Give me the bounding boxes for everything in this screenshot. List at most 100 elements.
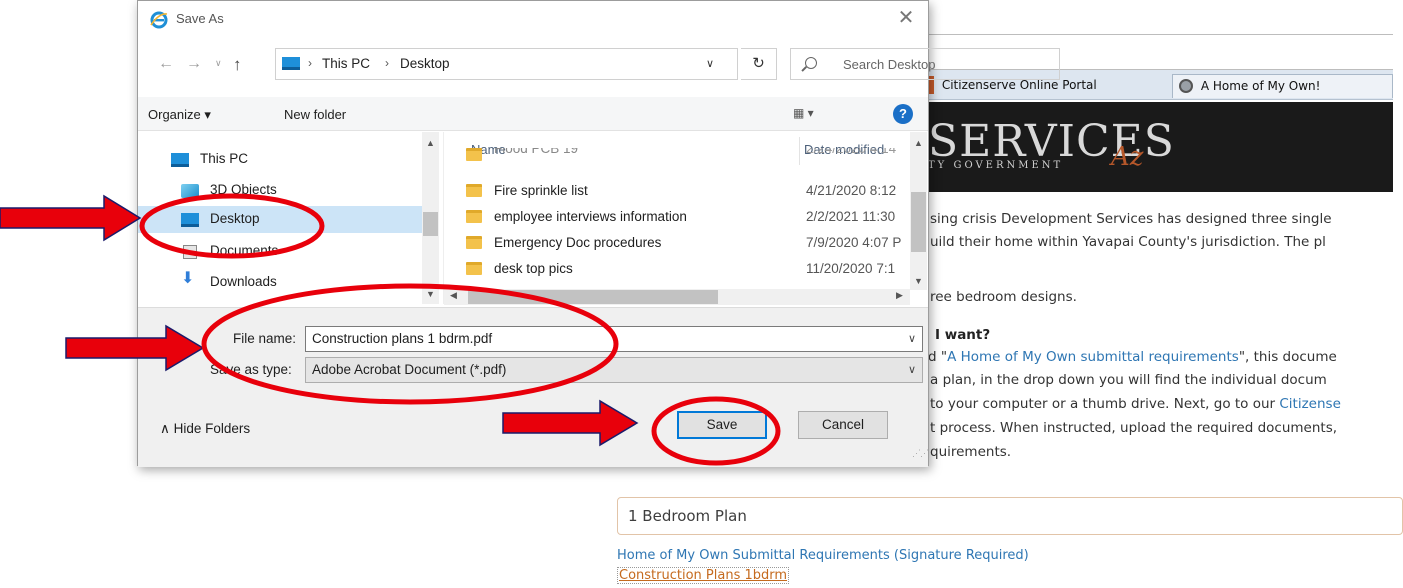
- file-name: Emergency Doc procedures: [494, 235, 662, 250]
- scroll-thumb[interactable]: [423, 212, 438, 236]
- close-button[interactable]: ✕: [892, 7, 920, 31]
- save-as-type-select[interactable]: Adobe Acrobat Document (*.pdf) ∨: [305, 357, 923, 383]
- bedroom-plan-title: 1 Bedroom Plan: [628, 507, 747, 525]
- refresh-button[interactable]: ↻: [741, 48, 777, 80]
- file-date: 7/9/2020 4:07 P: [806, 235, 902, 250]
- file-date: 11/20/2020 7:1: [806, 261, 896, 276]
- banner-subtitle: TY GOVERNMENT: [928, 160, 1064, 171]
- submittal-requirements-link[interactable]: Home of My Own Submittal Requirements (S…: [617, 548, 1029, 563]
- scroll-thumb[interactable]: [911, 192, 926, 252]
- requirements-suffix: ", this docume: [1238, 349, 1337, 365]
- scroll-right-icon[interactable]: ▶: [896, 290, 903, 301]
- scroll-down-icon[interactable]: ▼: [426, 289, 435, 299]
- scroll-thumb[interactable]: [468, 290, 718, 304]
- recent-locations-chevron-icon[interactable]: ∨: [215, 58, 222, 69]
- scroll-down-icon[interactable]: ▼: [914, 276, 923, 286]
- file-list: Name Date modified Flood PCB 19 2/24/202…: [443, 132, 928, 304]
- cancel-button[interactable]: Cancel: [798, 411, 888, 439]
- downloads-icon: ⬇: [181, 270, 195, 287]
- search-placeholder: Search Desktop: [843, 57, 936, 72]
- nav-pane-scrollbar[interactable]: ▲ ▼: [422, 132, 439, 304]
- question-heading: I want?: [935, 327, 991, 343]
- file-name: employee interviews information: [494, 209, 687, 224]
- requirements-line: d "A Home of My Own submittal requiremen…: [928, 349, 1337, 365]
- breadcrumb-this-pc[interactable]: This PC: [322, 56, 370, 71]
- tab-home-of-my-own[interactable]: A Home of My Own!: [1172, 74, 1393, 98]
- intro-line-1: sing crisis Development Services has des…: [930, 211, 1332, 227]
- forward-arrow-icon[interactable]: →: [186, 55, 202, 73]
- computer-text: to your computer or a thumb drive. Next,…: [930, 396, 1280, 412]
- dialog-toolbar: Organize ▾ New folder ▦ ▾ ?: [138, 97, 928, 131]
- folder-icon: [466, 262, 482, 275]
- computer-line: to your computer or a thumb drive. Next,…: [930, 396, 1341, 412]
- citizenserve-link[interactable]: Citizense: [1279, 396, 1341, 412]
- nav-item-documents[interactable]: Documents: [138, 238, 423, 265]
- breadcrumb-desktop[interactable]: Desktop: [400, 56, 450, 71]
- save-as-type-value: Adobe Acrobat Document (*.pdf): [312, 362, 507, 377]
- resize-grip-icon[interactable]: ⋰⋰: [912, 448, 929, 459]
- file-name-input[interactable]: Construction plans 1 bdrm.pdf ∨: [305, 326, 923, 352]
- file-name-dropdown-icon[interactable]: ∨: [908, 327, 916, 351]
- search-box[interactable]: Search Desktop: [790, 48, 1060, 80]
- file-date: 2/24/2020 4:14: [806, 148, 897, 156]
- file-row[interactable]: Emergency Doc procedures 7/9/2020 4:07 P: [444, 232, 914, 256]
- tab-label: Citizenserve Online Portal: [941, 78, 1097, 92]
- banner-az-logo: Az: [1111, 142, 1144, 172]
- address-dropdown-icon[interactable]: ∨: [706, 57, 714, 70]
- globe-favicon-icon: [1179, 79, 1193, 93]
- nav-item-desktop[interactable]: Desktop: [138, 206, 423, 233]
- file-name: Flood PCB 19: [494, 148, 579, 156]
- new-folder-button[interactable]: New folder: [284, 107, 346, 122]
- back-arrow-icon[interactable]: ←: [158, 55, 174, 73]
- desktop-icon: [181, 213, 199, 227]
- process-line: t process. When instructed, upload the r…: [930, 420, 1338, 436]
- organize-menu[interactable]: Organize ▾: [148, 107, 211, 123]
- file-list-horizontal-scrollbar[interactable]: ◀ ▶: [444, 289, 910, 305]
- nav-item-downloads[interactable]: ⬇ Downloads: [138, 269, 423, 296]
- internet-explorer-icon: [150, 11, 168, 29]
- file-row-partial[interactable]: Flood PCB 19 2/24/2020 4:14: [444, 148, 914, 164]
- pc-icon: [282, 57, 300, 70]
- dialog-title: Save As: [176, 11, 224, 26]
- file-date: 2/2/2021 11:30: [806, 209, 896, 224]
- file-name: Fire sprinkle list: [494, 183, 588, 198]
- scroll-left-icon[interactable]: ◀: [450, 290, 457, 301]
- up-arrow-icon[interactable]: ↑: [233, 55, 242, 75]
- folder-icon: [466, 148, 482, 161]
- file-name-value: Construction plans 1 bdrm.pdf: [312, 331, 493, 346]
- file-list-scrollbar[interactable]: ▲ ▼: [910, 132, 927, 290]
- bedroom-plan-panel[interactable]: 1 Bedroom Plan: [617, 497, 1403, 535]
- scroll-up-icon[interactable]: ▲: [426, 138, 435, 148]
- file-row[interactable]: desk top pics 11/20/2020 7:1: [444, 258, 914, 282]
- folder-icon: [466, 184, 482, 197]
- nav-item-3d-objects[interactable]: 3D Objects: [138, 177, 423, 204]
- breadcrumb-separator-icon: ›: [308, 56, 312, 70]
- pc-icon: [171, 153, 189, 167]
- requirements-link[interactable]: A Home of My Own submittal requirements: [947, 349, 1239, 365]
- folder-icon: [466, 210, 482, 223]
- drop-down-line: a plan, in the drop down you will find t…: [930, 372, 1327, 388]
- file-date: 4/21/2020 8:12: [806, 183, 897, 198]
- nav-item-label: Desktop: [210, 211, 260, 226]
- construction-plans-link[interactable]: Construction Plans 1bdrm: [617, 567, 790, 584]
- folder-icon: [466, 236, 482, 249]
- desktop-pointer-arrow-icon: [0, 194, 142, 242]
- save-button[interactable]: Save: [677, 411, 767, 439]
- file-row[interactable]: employee interviews information 2/2/2021…: [444, 206, 914, 230]
- save-as-type-label: Save as type:: [210, 362, 292, 377]
- scroll-up-icon[interactable]: ▲: [914, 138, 923, 148]
- view-options-icon[interactable]: ▦ ▾: [793, 106, 814, 120]
- nav-item-this-pc[interactable]: This PC: [138, 146, 423, 173]
- file-name: desk top pics: [494, 261, 573, 276]
- three-designs-text: ree bedroom designs.: [930, 289, 1077, 305]
- tab-label: A Home of My Own!: [1200, 79, 1321, 93]
- save-options-area: File name: Construction plans 1 bdrm.pdf…: [138, 307, 928, 467]
- save-as-dialog: Save As ✕ ← → ∨ ↑ › This PC › Desktop ∨ …: [137, 0, 1060, 467]
- nav-item-label: Documents: [210, 243, 279, 258]
- hide-folders-button[interactable]: ∧ Hide Folders: [160, 421, 250, 437]
- address-bar[interactable]: › This PC › Desktop ∨: [275, 48, 738, 80]
- file-row[interactable]: Fire sprinkle list 4/21/2020 8:12: [444, 180, 914, 204]
- help-icon[interactable]: ?: [893, 104, 913, 124]
- save-as-type-dropdown-icon[interactable]: ∨: [908, 358, 916, 382]
- file-name-label: File name:: [233, 331, 297, 346]
